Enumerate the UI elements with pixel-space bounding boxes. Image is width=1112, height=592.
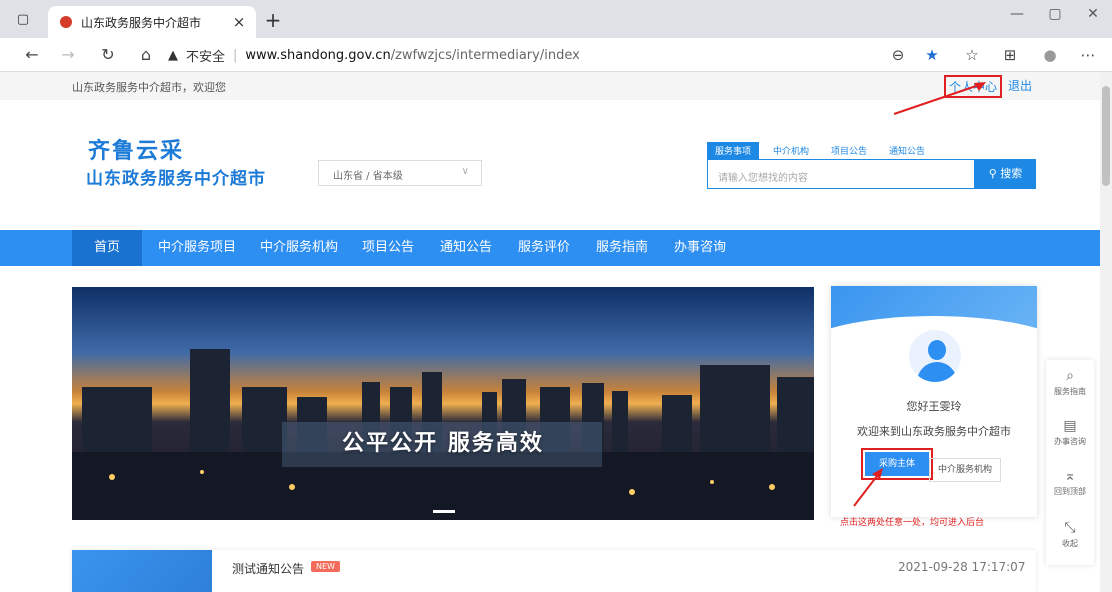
back-icon[interactable]: ←: [20, 43, 44, 67]
side-toolbar: ⌕ 服务指南 ▤ 办事咨询 ⌅ 回到顶部 ⤡ 收起: [1046, 360, 1094, 565]
browser-tab[interactable]: 山东政务服务中介超市 ×: [48, 6, 256, 38]
annotation-arrow-card: [853, 468, 883, 507]
collections-icon[interactable]: ⊞: [998, 43, 1022, 67]
profile-icon[interactable]: ●: [1038, 43, 1062, 67]
nav-service-evaluation[interactable]: 服务评价: [510, 230, 578, 266]
address-bar: ← → ↻ ⌂ ▲ 不安全 | www.shandong.gov.cn /zwf…: [0, 38, 1112, 72]
url-separator: |: [233, 47, 238, 63]
favorites-list-icon[interactable]: ☆: [960, 43, 984, 67]
notice-list-item[interactable]: 测试通知公告 NEW 2021-09-28 17:17:07: [72, 550, 1036, 592]
home-icon[interactable]: ⌂: [134, 43, 158, 67]
search-tab-notices[interactable]: 通知公告: [881, 142, 933, 159]
nav-project-notices[interactable]: 项目公告: [354, 230, 422, 266]
browser-tab-bar: ▢ 山东政务服务中介超市 × + — ▢ ✕: [0, 0, 1112, 38]
tool-service-guide[interactable]: ⌕ 服务指南: [1046, 368, 1094, 397]
search-button[interactable]: ⚲ 搜索: [975, 159, 1036, 189]
forward-icon[interactable]: →: [56, 43, 80, 67]
region-select-value: 山东省 / 省本级: [333, 171, 403, 182]
annotation-hint: 点击这两处任意一处，均可进入后台: [840, 518, 985, 528]
carousel-indicator[interactable]: [433, 510, 455, 513]
sidebar-icon[interactable]: ▢: [12, 8, 34, 30]
warning-icon[interactable]: ▲: [168, 48, 178, 63]
agency-button[interactable]: 中介服务机构: [929, 458, 1001, 482]
zoom-icon[interactable]: ⊖: [886, 43, 910, 67]
annotation-arrow-top: [893, 82, 986, 115]
site-favicon-icon: [60, 16, 72, 28]
refresh-icon[interactable]: ↻: [96, 43, 120, 67]
search-tabs: 服务事项 中介机构 项目公告 通知公告: [707, 142, 939, 159]
notice-title[interactable]: 测试通知公告: [232, 560, 304, 577]
guide-icon: ⌕: [1066, 368, 1074, 384]
new-tab-button[interactable]: +: [262, 8, 284, 32]
url-host: www.shandong.gov.cn: [245, 47, 391, 63]
nav-service-projects[interactable]: 中介服务项目: [150, 230, 244, 266]
tool-label: 办事咨询: [1054, 437, 1086, 446]
close-window-icon[interactable]: ✕: [1078, 6, 1108, 22]
welcome-text: 山东政务服务中介超市，欢迎您: [72, 81, 226, 94]
maximize-icon[interactable]: ▢: [1040, 6, 1070, 22]
logo-subtitle: 山东政务服务中介超市: [86, 169, 266, 189]
consult-icon: ▤: [1063, 418, 1077, 434]
security-label[interactable]: 不安全: [186, 46, 225, 65]
region-select[interactable]: 山东省 / 省本级 ∨: [318, 160, 482, 186]
search-tab-services[interactable]: 服务事项: [707, 142, 760, 159]
avatar: [905, 326, 965, 386]
nav-service-agencies[interactable]: 中介服务机构: [252, 230, 346, 266]
banner-slogan: 公平公开 服务高效: [342, 431, 544, 456]
tab-close-icon[interactable]: ×: [228, 13, 250, 31]
user-greeting: 您好王雯玲: [906, 400, 962, 413]
search-button-label: 搜索: [1000, 167, 1023, 180]
chevron-down-icon: ∨: [461, 166, 469, 177]
favorite-star-icon[interactable]: ★: [920, 43, 944, 67]
page-scrollbar[interactable]: [1100, 72, 1112, 592]
url-path: /zwfwzjcs/intermediary/index: [390, 47, 580, 63]
search-icon: ⚲: [988, 167, 1001, 180]
collapse-icon: ⤡: [1064, 520, 1076, 536]
logo-title: 齐鲁云采: [88, 138, 185, 164]
tool-consultation[interactable]: ▤ 办事咨询: [1046, 418, 1094, 447]
url-field[interactable]: ▲ 不安全 | www.shandong.gov.cn /zwfwzjcs/in…: [168, 42, 948, 68]
scrollbar-thumb[interactable]: [1102, 86, 1110, 186]
nav-service-guide[interactable]: 服务指南: [588, 230, 656, 266]
city-skyline-image: [72, 349, 814, 520]
new-badge: NEW: [311, 561, 340, 572]
nav-consultation[interactable]: 办事咨询: [666, 230, 734, 266]
search-tab-agencies[interactable]: 中介机构: [765, 142, 817, 159]
avatar-head-shape: [928, 340, 946, 360]
hero-banner[interactable]: 公平公开 服务高效: [72, 287, 814, 520]
nav-home[interactable]: 首页: [72, 230, 142, 266]
tool-collapse[interactable]: ⤡ 收起: [1046, 520, 1094, 549]
tool-back-to-top[interactable]: ⌅ 回到顶部: [1046, 468, 1094, 497]
back-to-top-icon: ⌅: [1064, 468, 1076, 484]
minimize-icon[interactable]: —: [1002, 6, 1032, 22]
main-nav: 首页 中介服务项目 中介服务机构 项目公告 通知公告 服务评价 服务指南 办事咨…: [0, 230, 1100, 266]
card-welcome: 欢迎来到山东政务服务中介超市: [857, 425, 1011, 438]
tool-label: 收起: [1062, 539, 1078, 548]
tool-label: 回到顶部: [1054, 487, 1086, 496]
search-tab-project-notices[interactable]: 项目公告: [823, 142, 875, 159]
search-input[interactable]: 请输入您想找的内容: [707, 159, 975, 189]
tool-label: 服务指南: [1054, 387, 1086, 396]
more-icon[interactable]: ⋯: [1076, 43, 1100, 67]
logout-link[interactable]: 退出: [1008, 77, 1032, 94]
notice-tile-image: [72, 550, 212, 592]
tab-title: 山东政务服务中介超市: [81, 15, 202, 30]
nav-notices[interactable]: 通知公告: [432, 230, 500, 266]
notice-date: 2021-09-28 17:17:07: [898, 560, 1026, 574]
